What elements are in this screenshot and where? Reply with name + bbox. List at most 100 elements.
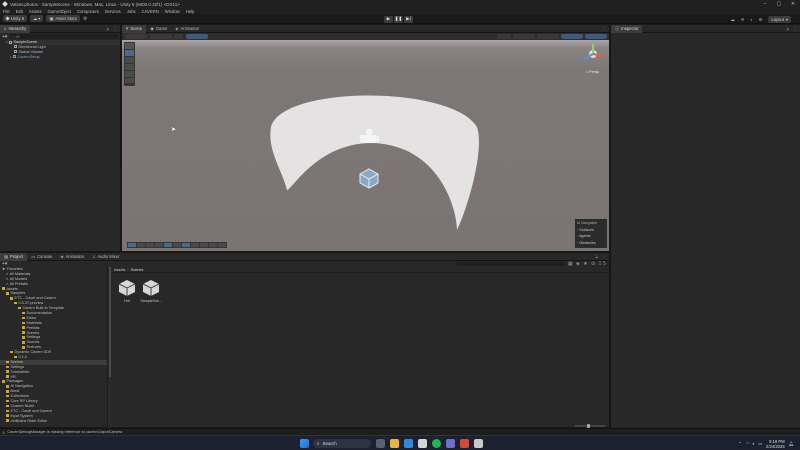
taskbar-search-input[interactable]: ⌕ Search (313, 439, 371, 448)
transform-tool-button[interactable] (125, 78, 134, 83)
notification-icon[interactable]: 🔔︎ (789, 441, 794, 447)
pause-button[interactable]: ❚❚ (394, 15, 403, 23)
project-search-input[interactable] (455, 261, 566, 267)
menu-window[interactable]: Window (165, 9, 180, 14)
menu-file[interactable]: File (3, 9, 10, 14)
scene-gizmos-button[interactable] (561, 34, 583, 39)
overlay-tool-8[interactable] (191, 243, 199, 247)
unity-app-icon[interactable] (473, 439, 483, 448)
menu-assets[interactable]: Assets (29, 9, 42, 14)
scene-pivot-mode[interactable] (150, 34, 172, 39)
scene-shading-button[interactable] (497, 34, 511, 39)
battery-icon[interactable]: ▭ (758, 441, 762, 446)
tab-audio-mixer[interactable]: ♫ Audio Mixer (88, 253, 123, 261)
scene-camera-button[interactable] (585, 34, 607, 39)
prefab-cube-gizmo-icon[interactable] (358, 167, 380, 189)
hand-tool-button[interactable] (125, 43, 134, 49)
tab-animation[interactable]: ◈ Animation (171, 25, 203, 33)
file-explorer-icon[interactable] (389, 439, 399, 448)
hierarchy-item-cavernsetup[interactable]: ▸ CavernSetup (6, 55, 120, 60)
overlay-obstacles[interactable]: › Obstacles (577, 240, 605, 247)
menu-edit[interactable]: Edit (16, 9, 23, 14)
windows-start-icon[interactable] (299, 439, 309, 448)
account-button[interactable]: Unity 6 (3, 15, 28, 22)
search-icon[interactable]: ⌕ (750, 17, 752, 22)
minimize-button[interactable]: – (758, 0, 772, 8)
lock-icon[interactable]: 🔒︎ (107, 26, 109, 31)
menu-gameobject[interactable]: GameObject (48, 9, 72, 14)
wifi-icon[interactable]: ◠ (746, 441, 750, 446)
camera-gizmo-icon[interactable] (358, 127, 380, 145)
settings-icon[interactable]: ⚙ (759, 17, 763, 22)
zoom-slider[interactable] (575, 424, 605, 428)
project-tree-item[interactable]: JetBrains Rider Editor (0, 419, 107, 424)
package-icon[interactable]: ⚙ (83, 16, 87, 22)
menu-cavern[interactable]: CAVERN (142, 9, 159, 14)
kebab-menu-icon[interactable]: ⋮ (602, 254, 606, 259)
tab-hierarchy[interactable]: ≡ Hierarchy (0, 24, 31, 33)
app-icon-2[interactable] (459, 439, 469, 448)
scene-viewport[interactable]: ➤ < Persp AI Navigation › Surfaces › Age… (122, 40, 609, 251)
maximize-button[interactable]: ▢ (772, 0, 786, 8)
overlay-tool-11[interactable] (218, 243, 226, 247)
menu-component[interactable]: Component (77, 9, 99, 14)
overlay-tool-4[interactable] (155, 243, 163, 247)
menu-help[interactable]: Help (186, 9, 195, 14)
orientation-gizmo-icon[interactable] (581, 42, 605, 66)
persp-label[interactable]: < Persp (586, 70, 599, 74)
play-button[interactable]: ▶ (384, 15, 393, 23)
vscode-icon[interactable] (403, 439, 413, 448)
scene-lighting-button[interactable] (537, 34, 559, 39)
scene-grid-toggle[interactable] (186, 34, 208, 39)
taskbar-clock[interactable]: 5:18 PM 2/24/2025 (766, 439, 785, 449)
status-bar[interactable]: ⚠ CavernDebugManager is missing referenc… (0, 428, 800, 435)
breadcrumb-assets[interactable]: Assets (114, 268, 125, 272)
task-view-icon[interactable] (375, 439, 385, 448)
kebab-menu-icon[interactable]: ⋮ (602, 26, 606, 31)
close-button[interactable]: ✕ (786, 0, 800, 8)
kebab-menu-icon[interactable]: ⋮ (793, 26, 797, 31)
rotate-tool-button[interactable] (125, 57, 134, 63)
overlay-tool-6[interactable] (173, 243, 181, 247)
overlay-tool-7[interactable] (182, 243, 190, 247)
scene-draw-mode[interactable] (125, 34, 147, 39)
step-button[interactable]: ▶| (404, 15, 413, 23)
overlay-tool-5[interactable] (164, 243, 172, 247)
tab-console[interactable]: ▭ Console (27, 253, 56, 261)
volume-icon[interactable]: 🔈︎ (753, 441, 756, 446)
hierarchy-search-input[interactable]: ⌕ All (10, 34, 118, 39)
overlay-tool-10[interactable] (209, 243, 217, 247)
cloud-button[interactable]: ☁ ▾ (30, 15, 44, 22)
menu-services[interactable]: Services (105, 9, 121, 14)
overlay-tool-1[interactable] (128, 243, 136, 247)
overlay-tool-2[interactable] (137, 243, 145, 247)
lock-icon[interactable]: 🔒︎ (596, 254, 598, 259)
collab-icon[interactable]: ☁ (730, 17, 734, 22)
move-tool-button[interactable] (125, 50, 134, 56)
spotify-icon[interactable] (431, 439, 441, 448)
lock-icon[interactable]: 🔒︎ (787, 26, 789, 31)
scene-2d-button[interactable] (513, 34, 535, 39)
unity-hub-icon[interactable] (417, 439, 427, 448)
scene-snap[interactable] (175, 34, 183, 39)
tree-scrollbar[interactable] (108, 267, 111, 428)
asset-item-samplescene[interactable]: SampleSce... (140, 279, 162, 303)
scale-tool-button[interactable] (125, 64, 134, 70)
tab-project[interactable]: ▤ Project (0, 252, 28, 261)
menu-jobs[interactable]: Jobs (127, 9, 136, 14)
tab-game[interactable]: ◉ Game (146, 25, 171, 33)
layout-dropdown[interactable]: Layout ▾ (768, 15, 791, 23)
tab-animation-bottom[interactable]: ◈ Animation (56, 253, 88, 261)
kebab-menu-icon[interactable]: ⋮ (113, 26, 117, 31)
asset-item-hdr[interactable]: Hdr (116, 279, 138, 303)
rect-tool-button[interactable] (125, 71, 134, 77)
history-icon[interactable]: ⟲ (741, 17, 745, 22)
tray-chevron-icon[interactable]: ⌃ (738, 441, 742, 446)
tab-inspector[interactable]: ⓘ Inspector (611, 24, 643, 33)
overlay-tool-3[interactable] (146, 243, 154, 247)
app-icon-1[interactable] (445, 439, 455, 448)
add-icon[interactable]: +▾ (2, 34, 7, 40)
asset-store-button[interactable]: ▣ Asset Store (46, 15, 80, 22)
tab-scene[interactable]: # Scene (122, 24, 147, 33)
breadcrumb-scenes[interactable]: Scenes (131, 268, 144, 272)
